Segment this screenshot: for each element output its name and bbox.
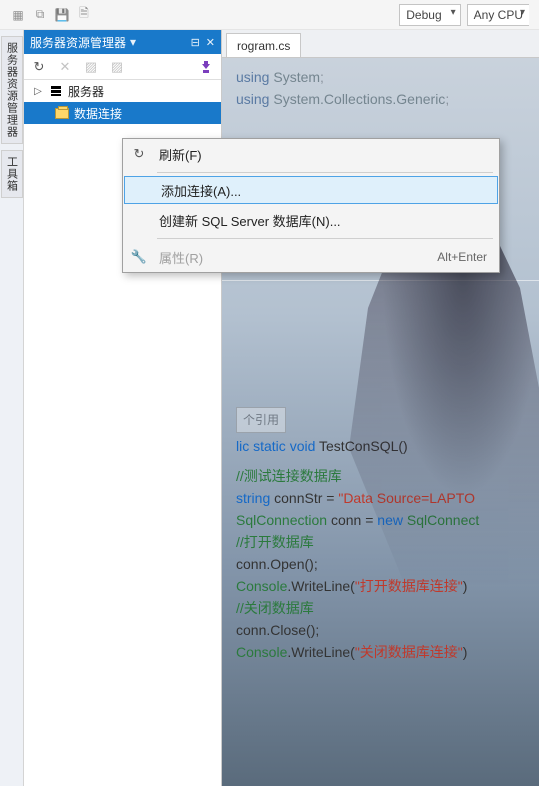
- pin-icon[interactable]: ⊟: [191, 36, 200, 49]
- menu-label: 刷新(F): [155, 145, 499, 164]
- vtab-toolbox[interactable]: 工具箱: [1, 150, 23, 198]
- tool-icon-2: ▨: [108, 58, 126, 76]
- menu-label: 属性(R): [155, 248, 437, 267]
- database-icon: [54, 105, 70, 121]
- main-toolbar: ▦ ⧉ 💾 🗎 Debug Any CPU: [0, 0, 539, 30]
- code-text: .WriteLine(: [287, 578, 354, 594]
- panel-toolbar: ↻ ✕ ▨ ▨: [24, 54, 221, 80]
- code-comment: //测试连接数据库: [236, 465, 539, 487]
- menu-shortcut: Alt+Enter: [437, 250, 499, 264]
- code-text: conn.Open();: [236, 553, 539, 575]
- tool-icon-1: ▨: [82, 58, 100, 76]
- code-text: conn: [331, 512, 361, 528]
- menu-separator: [157, 238, 493, 239]
- server-icon: [48, 83, 64, 99]
- code-text: using: [236, 69, 269, 85]
- editor-tab-program[interactable]: rogram.cs: [226, 33, 301, 57]
- code-text: "Data Source=LAPTO: [338, 490, 475, 506]
- tree-node-servers[interactable]: ▷ 服务器: [24, 80, 221, 102]
- panel-dropdown-icon[interactable]: ▾: [130, 35, 136, 49]
- code-text: using: [236, 91, 269, 107]
- save-icon[interactable]: 💾: [54, 7, 70, 23]
- toolbar-icon-2[interactable]: ⧉: [32, 7, 48, 23]
- tree-label-data-connections: 数据连接: [74, 105, 122, 122]
- code-text: SqlConnection: [236, 512, 327, 528]
- config-dropdown[interactable]: Debug: [399, 4, 460, 26]
- code-text: lic static: [236, 438, 286, 454]
- code-text: "打开数据库连接": [355, 578, 463, 594]
- code-comment: //关闭数据库: [236, 597, 539, 619]
- code-comment: //打开数据库: [236, 531, 539, 553]
- code-text: System: [273, 69, 320, 85]
- refresh-icon[interactable]: ↻: [30, 58, 48, 76]
- vertical-tabs: 服务器资源管理器 工具箱: [0, 30, 24, 786]
- tree-label-servers: 服务器: [68, 83, 104, 100]
- panel-header: 服务器资源管理器 ▾ ⊟ ✕: [24, 30, 221, 54]
- code-text: "关闭数据库连接": [355, 644, 463, 660]
- connect-icon[interactable]: [197, 58, 215, 76]
- codelens-references[interactable]: 个引用: [236, 407, 286, 433]
- editor-tabstrip: rogram.cs: [222, 30, 539, 58]
- platform-dropdown[interactable]: Any CPU: [467, 4, 529, 26]
- code-text: conn.Close();: [236, 619, 539, 641]
- code-text: new: [377, 512, 403, 528]
- code-text: .WriteLine(: [287, 644, 354, 660]
- code-text: Console: [236, 578, 287, 594]
- menu-item-add-connection[interactable]: 添加连接(A)...: [124, 176, 498, 204]
- menu-item-create-sql-db[interactable]: 创建新 SQL Server 数据库(N)...: [123, 205, 499, 235]
- menu-label: 添加连接(A)...: [157, 181, 497, 200]
- vtab-server-explorer[interactable]: 服务器资源管理器: [1, 36, 23, 144]
- menu-separator: [157, 172, 493, 173]
- code-text: Console: [236, 644, 287, 660]
- menu-label: 创建新 SQL Server 数据库(N)...: [155, 211, 499, 230]
- save-all-icon[interactable]: 🗎: [76, 7, 92, 23]
- code-text: TestConSQL: [319, 438, 398, 454]
- code-text: SqlConnect: [407, 512, 479, 528]
- stop-icon: ✕: [56, 58, 74, 76]
- panel-title: 服务器资源管理器: [30, 34, 126, 51]
- code-text: connStr: [274, 490, 322, 506]
- code-text: string: [236, 490, 270, 506]
- menu-item-properties: 🔧 属性(R) Alt+Enter: [123, 242, 499, 272]
- menu-item-refresh[interactable]: ↻ 刷新(F): [123, 139, 499, 169]
- toolbar-icon-1[interactable]: ▦: [10, 7, 26, 23]
- tree-node-data-connections[interactable]: 数据连接: [24, 102, 221, 124]
- context-menu: ↻ 刷新(F) 添加连接(A)... 创建新 SQL Server 数据库(N)…: [122, 138, 500, 273]
- code-text: System.Collections.Generic: [273, 91, 445, 107]
- wrench-icon: 🔧: [123, 249, 155, 265]
- close-panel-icon[interactable]: ✕: [206, 36, 215, 49]
- expander-icon[interactable]: ▷: [32, 85, 44, 97]
- refresh-icon: ↻: [123, 146, 155, 162]
- code-text: void: [290, 438, 316, 454]
